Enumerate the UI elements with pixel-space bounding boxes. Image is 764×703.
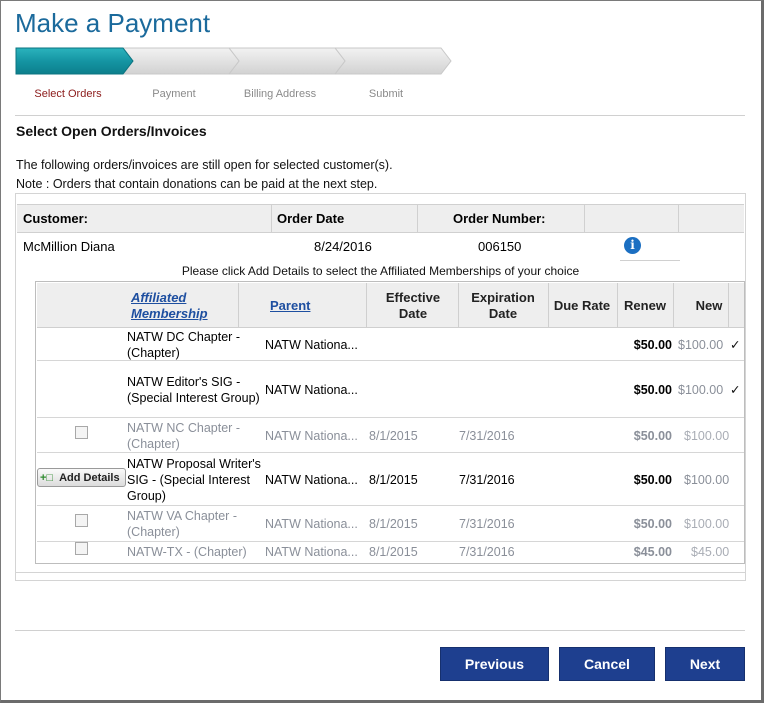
expiration-date: 7/31/2016 — [459, 472, 515, 487]
customer-name: McMillion Diana — [23, 239, 115, 254]
step-labels: Select Orders Payment Billing Address Su… — [15, 88, 455, 102]
page-title: Make a Payment — [15, 8, 211, 38]
new-price: $100.00 — [678, 383, 724, 397]
next-button[interactable]: Next — [665, 647, 745, 681]
renew-price: $50.00 — [633, 428, 672, 443]
renew-price: $50.00 — [633, 472, 672, 487]
section-title: Select Open Orders/Invoices — [16, 123, 207, 139]
progress-step-4 — [333, 47, 452, 75]
membership-name: NATW DC Chapter - (Chapter) — [127, 329, 240, 360]
header-new: New — [695, 297, 723, 313]
info-text-donations-note: Note : Orders that contain donations can… — [16, 177, 378, 191]
header-expiration-date: Expiration Date — [471, 289, 535, 321]
progress-step-1 — [15, 47, 134, 75]
add-details-icon: +□ — [40, 471, 54, 484]
expiration-date: 7/31/2016 — [459, 544, 515, 559]
header-parent[interactable]: Parent — [270, 283, 350, 328]
membership-parent: NATW Nationa... — [265, 517, 358, 531]
membership-name: NATW VA Chapter - (Chapter) — [127, 509, 237, 539]
effective-date: 8/1/2015 — [369, 428, 418, 443]
membership-parent: NATW Nationa... — [265, 337, 358, 352]
membership-checkbox[interactable] — [75, 542, 88, 555]
info-icon[interactable]: i — [624, 237, 641, 254]
header-renew: Renew — [624, 297, 666, 313]
renew-price: $50.00 — [633, 337, 672, 352]
new-price: $100.00 — [684, 517, 730, 531]
membership-name: NATW Editor's SIG - (Special Interest Gr… — [127, 375, 260, 405]
header-affiliated-membership[interactable]: Affiliated Membership — [131, 283, 236, 328]
cancel-button[interactable]: Cancel — [559, 647, 655, 681]
renew-price: $50.00 — [633, 383, 672, 397]
check-icon: ✓ — [730, 337, 741, 352]
header-customer: Customer: — [23, 211, 89, 226]
table-row: NATW DC Chapter - (Chapter) NATW Nationa… — [37, 328, 744, 361]
table-row: NATW Editor's SIG - (Special Interest Gr… — [37, 362, 744, 418]
step-billing-address: Billing Address — [243, 88, 317, 100]
membership-parent: NATW Nationa... — [265, 472, 358, 487]
check-icon: ✓ — [730, 383, 741, 397]
table-row: NATW NC Chapter - (Chapter) NATW Nationa… — [37, 418, 744, 453]
new-price: $100.00 — [684, 472, 730, 487]
membership-name: NATW Proposal Writer's SIG - (Special In… — [127, 456, 261, 503]
membership-parent: NATW Nationa... — [265, 383, 358, 397]
renew-price: $50.00 — [633, 517, 672, 531]
membership-checkbox[interactable] — [75, 426, 88, 439]
header-due-rate: Due Rate — [553, 297, 611, 313]
header-effective-date: Effective Date — [385, 289, 441, 321]
table-row: NATW Proposal Writer's SIG - (Special In… — [37, 453, 744, 506]
progress-step-3 — [227, 47, 346, 75]
new-price: $45.00 — [691, 544, 730, 559]
effective-date: 8/1/2015 — [369, 472, 418, 487]
divider — [15, 115, 745, 116]
membership-parent: NATW Nationa... — [265, 544, 358, 559]
expiration-date: 7/31/2016 — [459, 517, 515, 531]
header-order-date: Order Date — [277, 211, 345, 226]
membership-name: NATW-TX - (Chapter) — [127, 544, 247, 559]
footer-divider — [15, 630, 745, 631]
progress-step-2 — [121, 47, 240, 75]
order-number: 006150 — [478, 239, 522, 254]
order-date: 8/24/2016 — [314, 239, 372, 254]
table-row: NATW VA Chapter - (Chapter) NATW Nationa… — [37, 506, 744, 542]
add-details-instruction: Please click Add Details to select the A… — [181, 264, 580, 278]
step-payment: Payment — [152, 88, 196, 100]
effective-date: 8/1/2015 — [369, 544, 418, 559]
customer-table-header: Customer: Order Date Order Number: — [17, 204, 744, 233]
new-price: $100.00 — [678, 337, 724, 352]
membership-name: NATW NC Chapter - (Chapter) — [127, 420, 240, 451]
new-price: $100.00 — [684, 428, 730, 443]
step-submit: Submit — [368, 88, 404, 100]
membership-checkbox[interactable] — [75, 514, 88, 527]
renew-price: $45.00 — [633, 544, 672, 559]
header-order-number: Order Number: — [453, 211, 546, 226]
progress-bar — [15, 47, 455, 75]
add-details-button[interactable]: +□ Add Details — [37, 468, 126, 487]
previous-button[interactable]: Previous — [440, 647, 549, 681]
info-text-open-orders: The following orders/invoices are still … — [16, 158, 393, 172]
expiration-date: 7/31/2016 — [459, 428, 515, 443]
effective-date: 8/1/2015 — [369, 517, 418, 531]
table-row: NATW-TX - (Chapter) NATW Nationa... 8/1/… — [37, 542, 744, 561]
step-select-orders: Select Orders — [34, 88, 102, 100]
membership-parent: NATW Nationa... — [265, 428, 358, 443]
